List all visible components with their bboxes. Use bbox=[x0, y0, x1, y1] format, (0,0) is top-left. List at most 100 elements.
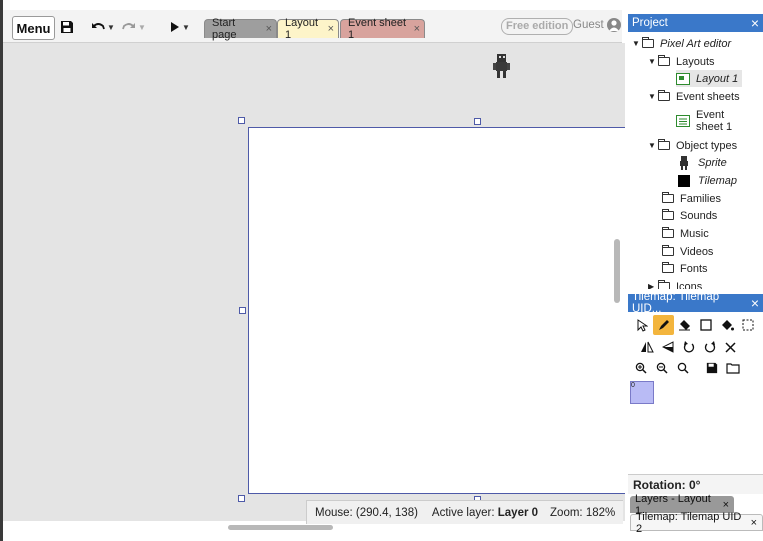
close-icon[interactable]: × bbox=[723, 499, 729, 511]
tree-item-music[interactable]: Music bbox=[662, 225, 709, 242]
save-icon bbox=[61, 21, 73, 33]
mouse-position: Mouse: (290.4, 138) bbox=[315, 506, 418, 519]
tree-item-object-types[interactable]: ▼ Object types bbox=[648, 137, 737, 154]
expand-icon[interactable]: ▼ bbox=[648, 92, 658, 101]
expand-icon[interactable]: ▼ bbox=[648, 141, 658, 150]
project-pane-header: Project × bbox=[628, 14, 763, 32]
tree-item-sounds[interactable]: Sounds bbox=[662, 207, 717, 224]
mirror-icon[interactable] bbox=[636, 337, 657, 357]
pencil-tool-icon[interactable] bbox=[653, 315, 674, 335]
active-layer-value: Layer 0 bbox=[497, 506, 539, 519]
tab-event-sheet-1[interactable]: Event sheet 1 × bbox=[340, 17, 425, 41]
tree-item-event-sheet-1[interactable]: Event sheet 1 bbox=[676, 106, 732, 136]
expand-icon[interactable]: ▼ bbox=[632, 39, 642, 48]
folder-icon bbox=[658, 280, 670, 289]
tilemap-tool-row bbox=[632, 315, 758, 335]
resize-handle[interactable] bbox=[238, 495, 245, 502]
close-icon[interactable]: × bbox=[414, 23, 420, 35]
tree-item-videos[interactable]: Videos bbox=[662, 243, 713, 260]
project-tree: ▼ Pixel Art editor ▼ Layouts Layout 1 ▼ Eve… bbox=[628, 32, 763, 289]
close-icon[interactable]: × bbox=[328, 23, 334, 35]
tilemap-icon bbox=[678, 174, 690, 187]
folder-open-icon[interactable] bbox=[722, 358, 743, 378]
folder-icon bbox=[658, 90, 670, 101]
tab-tilemap-bar[interactable]: Tilemap: Tilemap UID 2 × bbox=[630, 511, 763, 535]
resize-handle[interactable] bbox=[474, 118, 481, 125]
zoom-in-icon[interactable] bbox=[630, 358, 651, 378]
tree-label: Object types bbox=[676, 139, 738, 152]
tab-start-page[interactable]: Start page × bbox=[204, 17, 277, 41]
folder-icon bbox=[658, 55, 670, 66]
tile-index: 0 bbox=[631, 382, 635, 389]
preview-button[interactable]: ▼ bbox=[165, 16, 195, 38]
tilemap-pane: Tilemap: Tilemap UID... × 0 bbox=[628, 294, 763, 476]
sprite-icon[interactable] bbox=[491, 53, 513, 79]
layout-area[interactable] bbox=[248, 127, 625, 494]
save-icon[interactable] bbox=[701, 358, 722, 378]
user-icon[interactable] bbox=[607, 18, 621, 32]
tree-item-layout-1[interactable]: Layout 1 bbox=[676, 70, 743, 87]
redo-button[interactable]: ▼ bbox=[119, 16, 149, 38]
tree-label: Icons bbox=[676, 280, 703, 290]
tree-item-families[interactable]: Families bbox=[662, 190, 721, 207]
tree-label-line: sheet 1 bbox=[696, 121, 733, 133]
save-button[interactable] bbox=[57, 16, 77, 38]
sprite-icon bbox=[680, 155, 688, 170]
tree-item-sprite[interactable]: Sprite bbox=[678, 154, 727, 171]
tree-item-event-sheets[interactable]: ▼ Event sheets bbox=[648, 88, 740, 105]
close-icon[interactable] bbox=[720, 337, 741, 357]
eraser-tool-icon[interactable] bbox=[674, 315, 695, 335]
tab-label: Event sheet 1 bbox=[348, 17, 407, 41]
undo-icon bbox=[92, 23, 105, 30]
rotate-cw-icon[interactable] bbox=[699, 337, 720, 357]
close-icon[interactable]: × bbox=[751, 295, 759, 311]
tree-item-layouts[interactable]: ▼ Layouts bbox=[648, 53, 715, 70]
resize-handle[interactable] bbox=[239, 307, 246, 314]
tree-label: Sounds bbox=[680, 209, 718, 222]
rotate-ccw-icon[interactable] bbox=[678, 337, 699, 357]
close-icon[interactable]: × bbox=[751, 517, 757, 529]
folder-icon bbox=[662, 192, 674, 203]
vertical-scrollbar[interactable] bbox=[614, 239, 620, 303]
rectangle-tool-icon[interactable] bbox=[695, 315, 716, 335]
layout-canvas[interactable] bbox=[3, 43, 625, 521]
flip-icon[interactable] bbox=[657, 337, 678, 357]
project-pane: Project × ▼ Pixel Art editor ▼ Layouts Lay… bbox=[628, 14, 763, 289]
edition-badge[interactable]: Free edition bbox=[501, 18, 574, 35]
tree-item-icons[interactable]: ▶ Icons bbox=[648, 278, 702, 289]
folder-icon bbox=[642, 37, 654, 48]
menu-button[interactable]: Menu bbox=[12, 16, 55, 40]
resize-handle[interactable] bbox=[238, 117, 245, 124]
tree-item-root[interactable]: ▼ Pixel Art editor bbox=[632, 35, 731, 52]
fill-tool-icon[interactable] bbox=[716, 315, 737, 335]
tree-item-tilemap[interactable]: Tilemap bbox=[678, 172, 737, 189]
redo-icon bbox=[122, 23, 136, 30]
expand-icon[interactable]: ▼ bbox=[648, 57, 658, 66]
tree-label: Sprite bbox=[698, 156, 727, 169]
select-tool-icon[interactable] bbox=[632, 315, 653, 335]
expand-icon[interactable]: ▶ bbox=[648, 282, 658, 289]
zoom-out-icon[interactable] bbox=[651, 358, 672, 378]
zoom-reset-icon[interactable] bbox=[672, 358, 693, 378]
undo-button[interactable]: ▼ bbox=[89, 16, 117, 38]
tile-swatch[interactable]: 0 bbox=[630, 381, 654, 404]
chevron-down-icon[interactable]: ▼ bbox=[182, 23, 190, 32]
pane-title: Project bbox=[632, 17, 668, 29]
chevron-down-icon[interactable]: ▼ bbox=[138, 23, 146, 32]
horizontal-scrollbar[interactable] bbox=[228, 525, 333, 530]
close-icon[interactable]: × bbox=[266, 23, 272, 35]
tab-label: Start page bbox=[212, 17, 237, 41]
user-label[interactable]: Guest bbox=[573, 19, 604, 31]
tab-layout-1[interactable]: Layout 1 × bbox=[277, 17, 339, 41]
marquee-tool-icon[interactable] bbox=[737, 315, 758, 335]
tree-label: Music bbox=[680, 227, 709, 240]
folder-icon bbox=[662, 245, 674, 256]
tree-label: Layout 1 bbox=[696, 72, 739, 85]
tab-label: Tilemap: Tilemap UID 2 bbox=[636, 510, 742, 535]
chevron-down-icon[interactable]: ▼ bbox=[107, 23, 115, 32]
tilemap-zoom-row bbox=[630, 358, 743, 378]
tree-item-fonts[interactable]: Fonts bbox=[662, 260, 708, 277]
rotation-property[interactable]: Rotation: 0° bbox=[628, 474, 763, 494]
close-icon[interactable]: × bbox=[751, 15, 759, 31]
tree-label: Fonts bbox=[680, 262, 708, 275]
